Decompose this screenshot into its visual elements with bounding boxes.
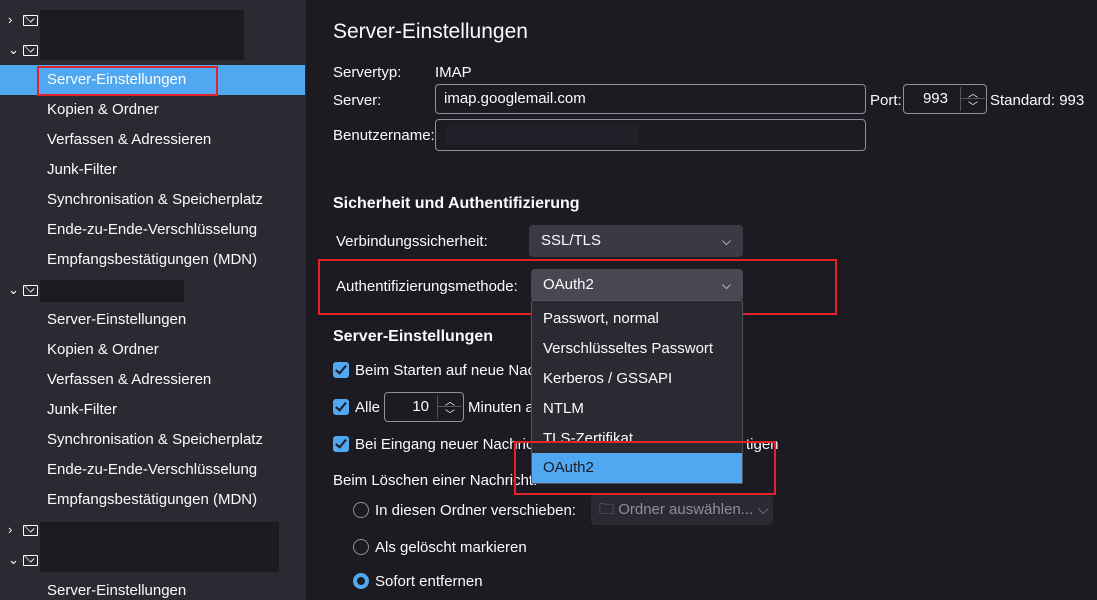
newmail-checkbox[interactable] — [333, 436, 349, 452]
selection-highlight — [37, 66, 218, 96]
server-settings-heading: Server-Einstellungen — [333, 328, 494, 345]
servertype-label: Servertyp: — [333, 64, 402, 81]
interval-suffix: Minuten a — [468, 399, 534, 416]
connection-security-label: Verbindungssicherheit: — [336, 233, 488, 250]
redacted-username — [446, 125, 638, 145]
sidebar-item-server-settings[interactable]: Server-Einstellungen — [0, 576, 306, 600]
account-row-4[interactable]: › — [0, 516, 306, 572]
auth-option-encrypted-password[interactable]: Verschlüsseltes Passwort — [532, 334, 742, 364]
interval-checkbox[interactable] — [333, 399, 349, 415]
newmail-check-label: Bei Eingang neuer Nachric — [355, 436, 534, 453]
interval-value: 10 — [412, 398, 429, 415]
port-value: 993 — [922, 90, 948, 107]
sidebar-item-e2e[interactable]: Ende-zu-Ende-Verschlüsselung — [0, 215, 306, 245]
username-label: Benutzername: — [333, 127, 435, 144]
remove-immediately-label: Sofort entfernen — [375, 573, 483, 590]
account-sidebar: › ⌄ Server-Einstellungen Kopien & Ordner… — [0, 0, 306, 600]
sidebar-item-compose[interactable]: Verfassen & Adressieren — [0, 125, 306, 155]
sidebar-item-mdn[interactable]: Empfangsbestätigungen (MDN) — [0, 485, 306, 515]
remove-immediately-radio[interactable] — [353, 573, 369, 589]
auth-method-value: OAuth2 — [543, 276, 594, 293]
sidebar-item-copies-folders[interactable]: Kopien & Ordner — [0, 335, 306, 365]
connection-security-value: SSL/TLS — [541, 232, 602, 249]
account-row-1[interactable]: › — [0, 6, 306, 60]
server-label: Server: — [333, 92, 382, 109]
chevron-down-icon: ⌵ — [757, 501, 769, 518]
chevron-down-icon: ⌵ — [721, 234, 731, 248]
chevron-right-icon[interactable]: › — [8, 12, 20, 28]
page-title: Server-Einstellungen — [333, 20, 528, 43]
sidebar-item-compose[interactable]: Verfassen & Adressieren — [0, 365, 306, 395]
sidebar-item-copies-folders[interactable]: Kopien & Ordner — [0, 95, 306, 125]
sidebar-item-junk[interactable]: Junk-Filter — [0, 395, 306, 425]
auth-method-label: Authentifizierungsmethode: — [336, 278, 518, 295]
interval-stepper[interactable]: 10 ︿ ﹀ — [384, 392, 464, 422]
standard-port-label: Standard: 993 — [990, 92, 1085, 109]
chevron-down-icon: ⌵ — [721, 278, 731, 292]
port-stepper[interactable]: 993 ︿ ﹀ — [903, 84, 987, 114]
folder-icon: 🗀 — [599, 501, 615, 518]
sidebar-item-mdn[interactable]: Empfangsbestätigungen (MDN) — [0, 245, 306, 275]
mail-icon — [23, 15, 38, 26]
chevron-down-icon[interactable]: ﹀ — [961, 99, 985, 113]
startup-checkbox[interactable] — [333, 362, 349, 378]
security-heading: Sicherheit und Authentifizierung — [333, 195, 580, 212]
connection-security-select[interactable]: SSL/TLS ⌵ — [529, 225, 743, 257]
sidebar-item-sync[interactable]: Synchronisation & Speicherplatz — [0, 185, 306, 215]
folder-select-button[interactable]: 🗀 Ordner auswählen... ⌵ — [591, 495, 773, 525]
startup-check-label: Beim Starten auf neue Nac — [355, 362, 536, 379]
sidebar-item-junk[interactable]: Junk-Filter — [0, 155, 306, 185]
chevron-down-icon[interactable]: ⌄ — [8, 552, 20, 568]
sidebar-item-server-settings[interactable]: Server-Einstellungen — [0, 305, 306, 335]
chevron-down-icon[interactable]: ⌄ — [8, 42, 20, 58]
move-to-folder-radio[interactable] — [353, 502, 369, 518]
mark-deleted-label: Als gelöscht markieren — [375, 539, 527, 556]
chevron-down-icon[interactable]: ﹀ — [438, 407, 462, 421]
auth-option-ntlm[interactable]: NTLM — [532, 394, 742, 424]
delete-label: Beim Löschen einer Nachricht: — [333, 472, 538, 489]
auth-method-select[interactable]: OAuth2 ⌵ — [531, 269, 743, 301]
mail-icon — [23, 525, 38, 536]
move-to-folder-label: In diesen Ordner verschieben: — [375, 502, 576, 519]
mail-icon — [23, 45, 38, 56]
folder-placeholder: Ordner auswählen... — [618, 501, 754, 518]
interval-prefix: Alle — [355, 399, 381, 416]
chevron-down-icon[interactable]: ⌄ — [8, 282, 20, 298]
account-row-5[interactable]: ⌄ — [0, 546, 306, 576]
redacted-account-name — [40, 280, 184, 302]
chevron-right-icon[interactable]: › — [8, 522, 20, 538]
auth-option-password-normal[interactable]: Passwort, normal — [532, 304, 742, 334]
highlight-box — [514, 441, 776, 495]
mark-deleted-radio[interactable] — [353, 539, 369, 555]
port-label: Port: — [870, 92, 902, 109]
server-input[interactable]: imap.googlemail.com — [435, 84, 866, 114]
sidebar-item-e2e[interactable]: Ende-zu-Ende-Verschlüsselung — [0, 455, 306, 485]
account-row-2[interactable]: ⌄ — [0, 36, 306, 66]
mail-icon — [23, 555, 38, 566]
account-row-3[interactable]: ⌄ — [0, 276, 306, 306]
servertype-value: IMAP — [435, 64, 472, 81]
auth-option-kerberos[interactable]: Kerberos / GSSAPI — [532, 364, 742, 394]
sidebar-item-sync[interactable]: Synchronisation & Speicherplatz — [0, 425, 306, 455]
mail-icon — [23, 285, 38, 296]
